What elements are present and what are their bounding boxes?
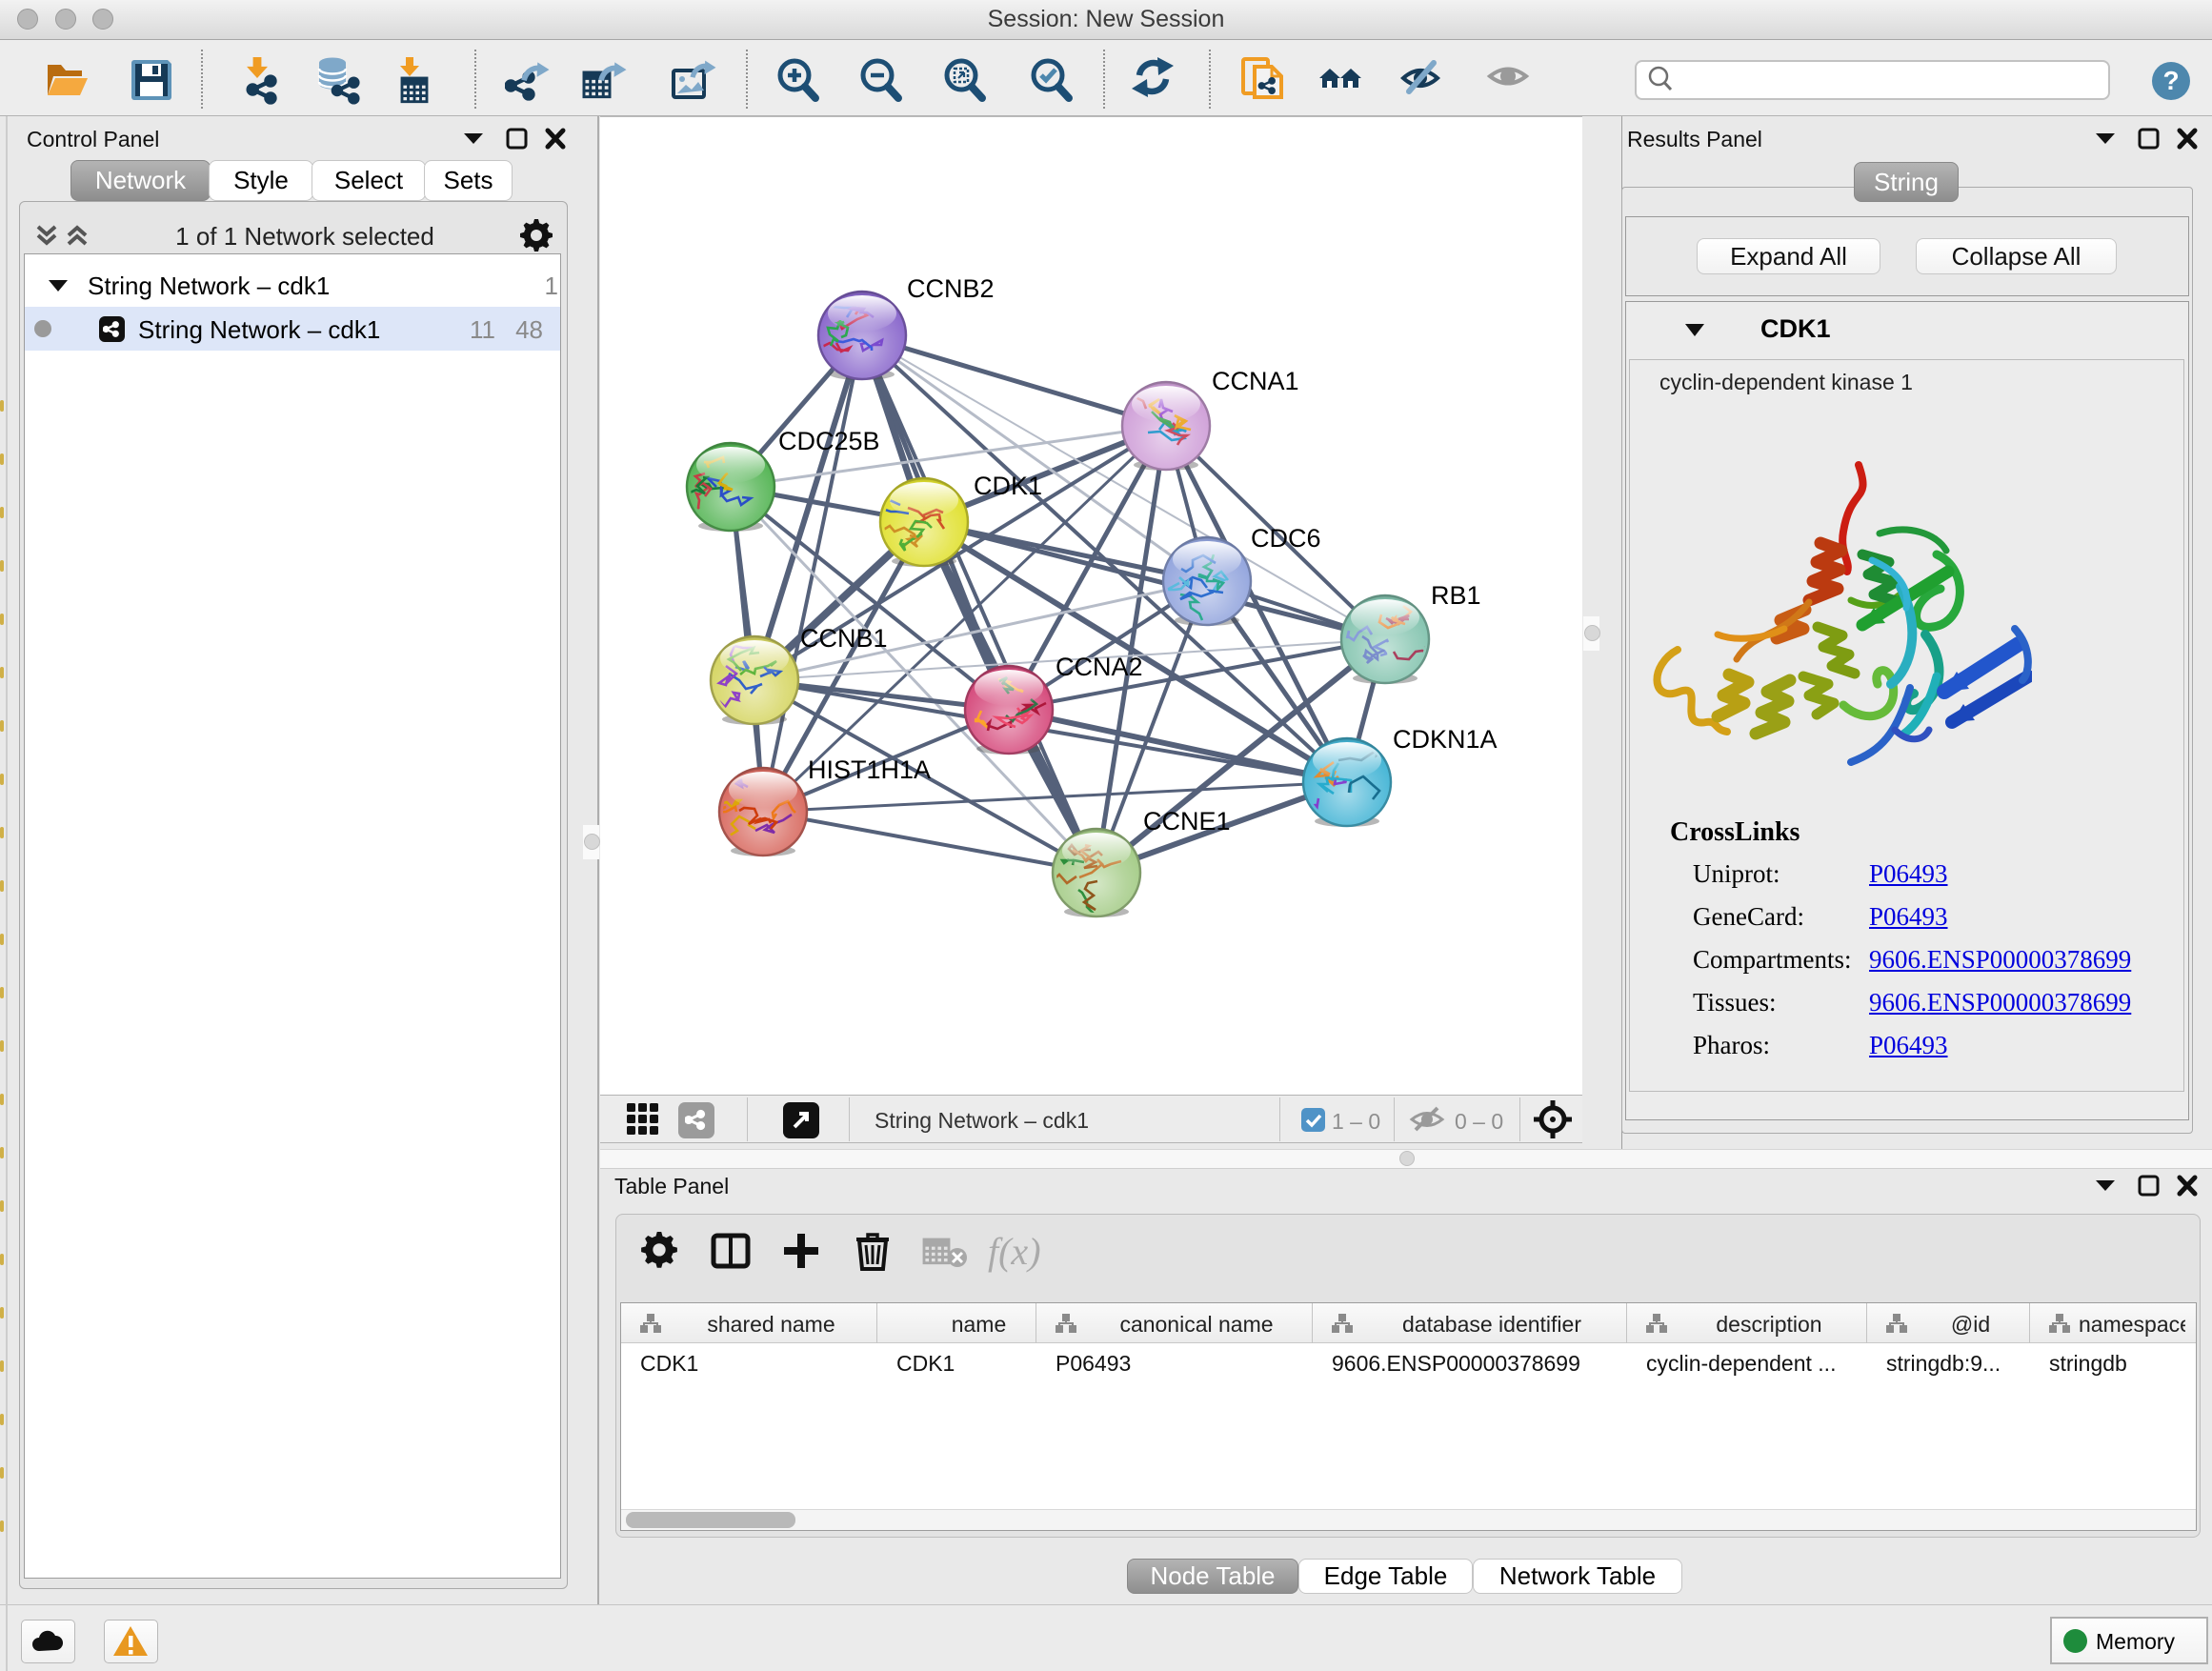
- svg-text:CCNB1: CCNB1: [800, 624, 888, 653]
- svg-text:CCNA1: CCNA1: [1212, 367, 1299, 395]
- svg-text:CCNA2: CCNA2: [1056, 653, 1143, 681]
- svg-text:CDKN1A: CDKN1A: [1393, 725, 1498, 754]
- svg-text:CCNB2: CCNB2: [907, 274, 995, 303]
- svg-text:HIST1H1A: HIST1H1A: [808, 755, 931, 784]
- svg-text:CCNE1: CCNE1: [1143, 807, 1231, 836]
- svg-text:CDK1: CDK1: [974, 472, 1042, 500]
- svg-text:CDC25B: CDC25B: [778, 427, 880, 455]
- svg-text:RB1: RB1: [1431, 581, 1481, 610]
- svg-text:?: ?: [2162, 66, 2179, 95]
- svg-text:CDC6: CDC6: [1251, 524, 1321, 553]
